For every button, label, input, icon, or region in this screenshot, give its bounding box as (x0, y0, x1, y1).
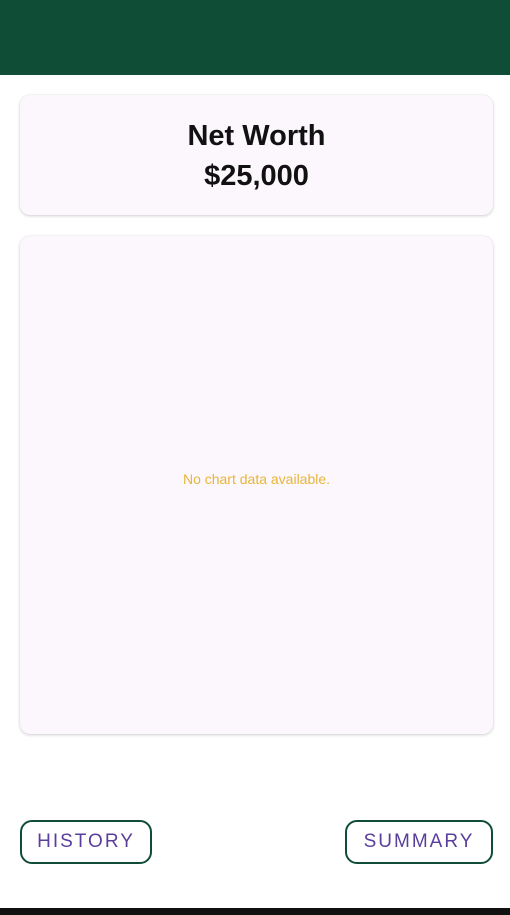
app-bar (0, 0, 510, 75)
net-worth-title: Net Worth (187, 120, 326, 152)
summary-button[interactable]: SUMMARY (345, 820, 493, 864)
chart-card: No chart data available. (20, 236, 493, 734)
chart-empty-message: No chart data available. (182, 471, 331, 487)
net-worth-value: $25,000 (204, 160, 309, 192)
history-button[interactable]: HISTORY (20, 820, 152, 864)
system-navigation-bar (0, 908, 510, 915)
net-worth-card: Net Worth $25,000 (20, 95, 493, 215)
